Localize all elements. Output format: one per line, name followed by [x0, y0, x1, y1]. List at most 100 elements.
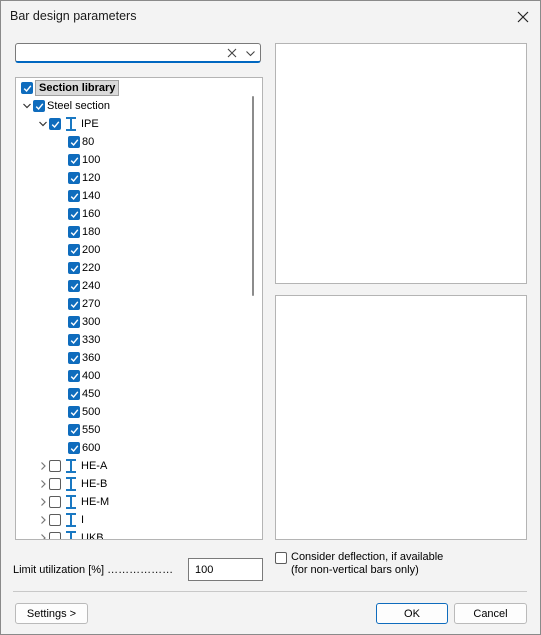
tree-item-ipe-size[interactable]: 270 [68, 295, 100, 313]
tree-item-ipe-size[interactable]: 100 [68, 151, 100, 169]
tree-item-ipe-size[interactable]: 140 [68, 187, 100, 205]
tree-item-label: 300 [82, 316, 101, 328]
tree-item-ipe-size[interactable]: 120 [68, 169, 100, 187]
chevron-down-icon[interactable] [21, 100, 33, 112]
search-combo[interactable] [15, 43, 261, 63]
tree-item-ipe-size[interactable]: 160 [68, 205, 100, 223]
dialog-title: Bar design parameters [10, 9, 137, 23]
checkbox[interactable] [68, 280, 80, 292]
tree-item-ipe-size[interactable]: 240 [68, 277, 100, 295]
limit-utilization-input[interactable] [188, 558, 263, 581]
chevron-right-icon[interactable] [37, 460, 49, 472]
tree-item-label: 500 [82, 406, 101, 418]
checkbox[interactable] [68, 442, 80, 454]
clear-icon[interactable] [226, 47, 238, 59]
checkbox[interactable] [49, 532, 61, 539]
checkbox[interactable] [49, 478, 61, 490]
tree-item-ipe[interactable]: IPE [37, 115, 99, 133]
ok-button[interactable]: OK [376, 603, 448, 624]
checkbox[interactable] [68, 154, 80, 166]
tree-item-group[interactable]: HE-A [37, 457, 107, 475]
cancel-button[interactable]: Cancel [454, 603, 527, 624]
tree-item-label: 400 [82, 370, 101, 382]
checkbox[interactable] [68, 136, 80, 148]
tree-item-label: 160 [82, 208, 101, 220]
tree-item-label: Steel section [47, 100, 110, 112]
tree-item-ipe-size[interactable]: 360 [68, 349, 100, 367]
checkbox[interactable] [68, 406, 80, 418]
checkbox[interactable] [68, 424, 80, 436]
chevron-down-icon[interactable] [37, 118, 49, 130]
tree-item-label: 100 [82, 154, 101, 166]
tree-item-group[interactable]: I [37, 511, 84, 529]
deflection-checkbox[interactable] [275, 552, 287, 564]
tree-item-group[interactable]: HE-M [37, 493, 109, 511]
checkbox[interactable] [49, 514, 61, 526]
chevron-down-icon[interactable] [245, 48, 256, 59]
section-preview-bottom [275, 295, 527, 540]
i-beam-icon [65, 495, 77, 509]
checkbox[interactable] [49, 496, 61, 508]
checkbox[interactable] [68, 388, 80, 400]
checkbox[interactable] [33, 100, 45, 112]
close-button[interactable] [512, 7, 534, 27]
tree-item-ipe-size[interactable]: 80 [68, 133, 94, 151]
tree-item-ipe-size[interactable]: 180 [68, 223, 100, 241]
i-beam-icon [65, 531, 77, 539]
checkbox[interactable] [68, 190, 80, 202]
checkbox[interactable] [68, 262, 80, 274]
checkbox[interactable] [68, 244, 80, 256]
tree-item-label: 140 [82, 190, 101, 202]
checkbox[interactable] [21, 82, 33, 94]
checkbox[interactable] [49, 118, 61, 130]
tree-item-label: I [81, 514, 85, 526]
tree-item-ipe-size[interactable]: 600 [68, 439, 100, 457]
checkbox[interactable] [68, 298, 80, 310]
tree-item-group[interactable]: HE-B [37, 475, 107, 493]
tree-item-ipe-size[interactable]: 220 [68, 259, 100, 277]
checkbox[interactable] [68, 316, 80, 328]
checkbox[interactable] [68, 226, 80, 238]
checkbox[interactable] [68, 370, 80, 382]
tree-item-ipe-size[interactable]: 550 [68, 421, 100, 439]
checkbox[interactable] [49, 460, 61, 472]
checkbox[interactable] [68, 334, 80, 346]
tree-item-label: HE-A [81, 460, 108, 472]
deflection-note: (for non-vertical bars only) [291, 564, 419, 576]
tree-item-group[interactable]: UKB [37, 529, 104, 540]
checkbox[interactable] [68, 208, 80, 220]
i-beam-icon [65, 513, 77, 527]
tree-item-ipe-size[interactable]: 330 [68, 331, 100, 349]
tree-item-steel-section[interactable]: Steel section [21, 97, 110, 115]
tree-item-label: IPE [81, 118, 99, 130]
i-beam-icon [65, 459, 77, 473]
chevron-right-icon[interactable] [37, 496, 49, 508]
limit-utilization-label: Limit utilization [%] ……………… [13, 564, 174, 576]
tree-item-label: 330 [82, 334, 101, 346]
deflection-option[interactable]: Consider deflection, if available (for n… [275, 551, 443, 577]
tree-item-label: 120 [82, 172, 101, 184]
tree-item-ipe-size[interactable]: 500 [68, 403, 100, 421]
close-icon [517, 11, 529, 23]
tree-item-label: UKB [81, 532, 104, 540]
tree-item-ipe-size[interactable]: 300 [68, 313, 100, 331]
section-preview-top [275, 43, 527, 284]
tree-item-ipe-size[interactable]: 450 [68, 385, 100, 403]
chevron-right-icon[interactable] [37, 532, 49, 539]
tree-item-label: 240 [82, 280, 101, 292]
checkbox[interactable] [68, 352, 80, 364]
chevron-right-icon[interactable] [37, 478, 49, 490]
i-beam-icon [65, 477, 77, 491]
tree-item-section-library[interactable]: Section library [21, 79, 120, 97]
tree-item-label: HE-M [81, 496, 110, 508]
dialog-window: Bar design parameters Section library Ste… [0, 0, 541, 635]
checkbox[interactable] [68, 172, 80, 184]
tree-item-label: 450 [82, 388, 101, 400]
chevron-right-icon[interactable] [37, 514, 49, 526]
tree-item-ipe-size[interactable]: 400 [68, 367, 100, 385]
settings-button[interactable]: Settings > [15, 603, 88, 624]
tree-scrollbar-thumb[interactable] [252, 96, 254, 296]
tree-item-label: HE-B [81, 478, 108, 490]
section-tree[interactable]: Section library Steel section IPE 80 100 120 1… [15, 77, 263, 540]
tree-item-ipe-size[interactable]: 200 [68, 241, 100, 259]
